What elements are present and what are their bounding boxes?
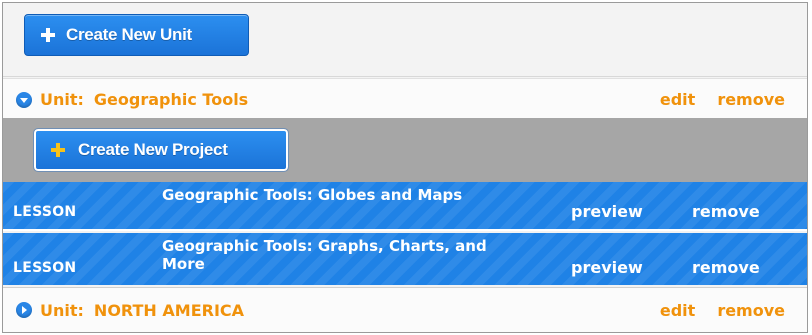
toolbar: Create New Unit: [3, 3, 807, 77]
plus-icon: [51, 143, 65, 157]
lesson-type: LESSON: [13, 204, 77, 220]
create-new-project-label: Create New Project: [78, 140, 228, 159]
unit-manager-panel: Create New Unit Unit: Geographic Tools e…: [2, 2, 808, 333]
create-new-unit-button[interactable]: Create New Unit: [24, 14, 249, 56]
plus-icon: [41, 28, 55, 42]
unit-edit-link[interactable]: edit: [660, 90, 695, 109]
lesson-remove-link[interactable]: remove: [692, 258, 760, 277]
unit-row: Unit: Geographic Tools edit remove: [3, 78, 807, 120]
lesson-preview-link[interactable]: preview: [571, 258, 643, 277]
lesson-row: LESSON Geographic Tools: Globes and Maps…: [3, 182, 807, 231]
lesson-preview-link[interactable]: preview: [571, 202, 643, 221]
lesson-row: LESSON Geographic Tools: Graphs, Charts,…: [3, 233, 807, 285]
unit-prefix: Unit:: [40, 90, 84, 109]
lesson-title: Geographic Tools: Globes and Maps: [162, 186, 463, 204]
unit-name: Geographic Tools: [93, 90, 249, 109]
project-bar: Create New Project: [3, 118, 807, 182]
unit-remove-link[interactable]: remove: [717, 90, 785, 109]
create-new-unit-label: Create New Unit: [66, 25, 192, 44]
unit-edit-link[interactable]: edit: [660, 301, 695, 320]
unit-remove-link[interactable]: remove: [717, 301, 785, 320]
chevron-down-circle-icon[interactable]: [16, 91, 32, 108]
create-new-project-button[interactable]: Create New Project: [33, 128, 289, 172]
unit-prefix: Unit:: [40, 300, 84, 320]
unit-row: Unit: NORTH AMERICA edit remove: [3, 287, 807, 332]
lesson-title: Geographic Tools: Graphs, Charts, and Mo…: [162, 237, 487, 273]
lesson-remove-link[interactable]: remove: [692, 202, 760, 221]
unit-name: NORTH AMERICA: [93, 300, 245, 320]
chevron-right-circle-icon[interactable]: [16, 302, 32, 318]
lesson-type: LESSON: [13, 260, 77, 276]
